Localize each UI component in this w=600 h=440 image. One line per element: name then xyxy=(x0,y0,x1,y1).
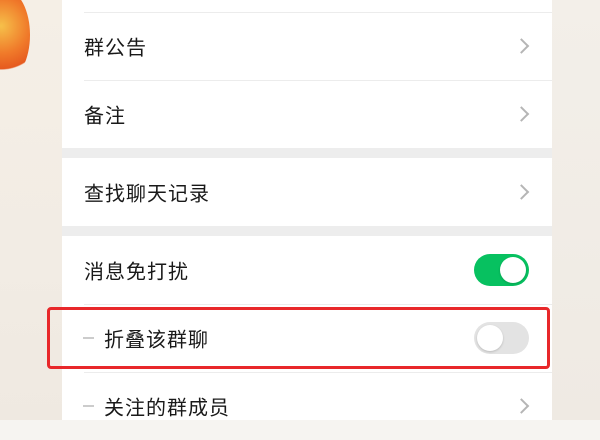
background-decoration xyxy=(0,0,30,80)
fold-group-chat-row: 折叠该群聊 xyxy=(62,304,552,372)
remark-row[interactable]: 备注 xyxy=(62,80,552,148)
settings-group-search: 查找聊天记录 xyxy=(62,158,552,226)
mute-notifications-toggle[interactable] xyxy=(474,254,529,286)
mute-notifications-row: 消息免打扰 xyxy=(62,236,552,304)
chevron-right-icon xyxy=(513,398,530,414)
chevron-right-icon xyxy=(513,38,530,54)
group-notice-label: 群公告 xyxy=(84,35,147,60)
chevron-right-icon xyxy=(513,184,530,200)
remark-label: 备注 xyxy=(84,103,126,128)
search-chat-history-label: 查找聊天记录 xyxy=(84,181,210,206)
fold-group-chat-label: 折叠该群聊 xyxy=(104,327,209,352)
search-chat-history-row[interactable]: 查找聊天记录 xyxy=(62,158,552,226)
chevron-right-icon xyxy=(513,106,530,122)
fold-group-chat-toggle[interactable] xyxy=(474,322,529,354)
toggle-knob xyxy=(500,257,526,283)
toggle-knob xyxy=(477,325,503,351)
chat-info-settings-panel: 群公告 备注 查找聊天记录 消息免打扰 折叠该群聊 关注的群成员 xyxy=(62,0,552,420)
settings-group-notifications: 消息免打扰 折叠该群聊 关注的群成员 xyxy=(62,236,552,420)
group-notice-row[interactable]: 群公告 xyxy=(62,12,552,80)
background-right xyxy=(552,0,600,420)
mute-notifications-label: 消息免打扰 xyxy=(84,259,189,284)
followed-members-label: 关注的群成员 xyxy=(104,395,230,420)
followed-members-row[interactable]: 关注的群成员 xyxy=(62,372,552,440)
sub-item-dash xyxy=(83,405,94,407)
settings-group-info: 群公告 备注 xyxy=(62,0,552,148)
background-left xyxy=(0,0,62,420)
sub-item-dash xyxy=(83,337,94,339)
